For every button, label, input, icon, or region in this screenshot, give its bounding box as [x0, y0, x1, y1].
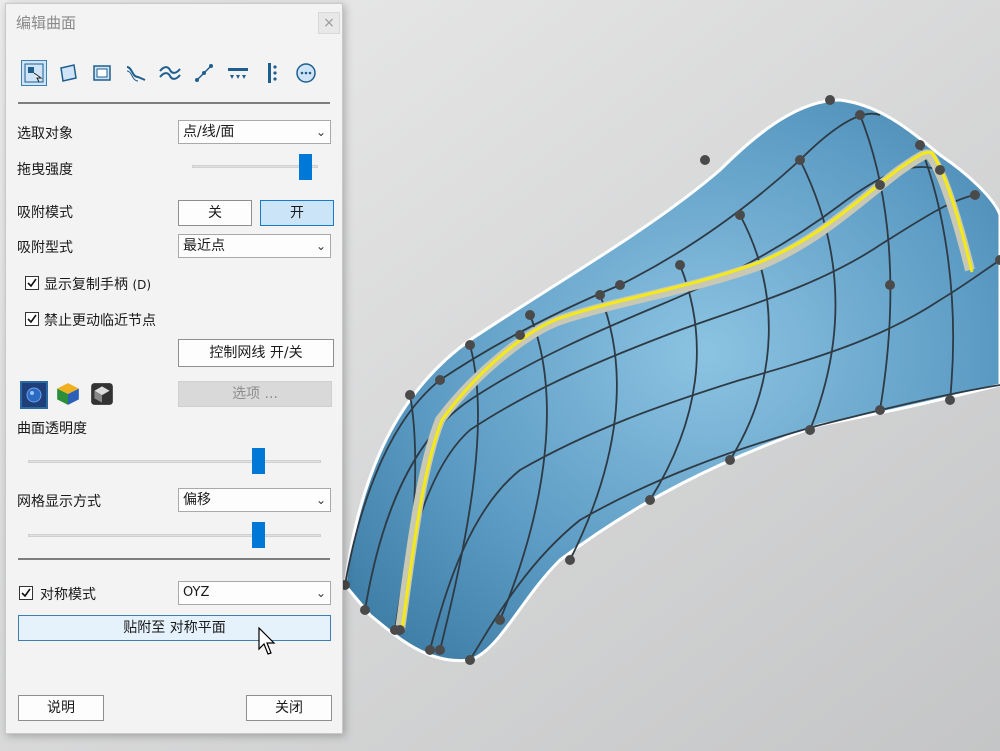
select-object-value: 点/线/面 [183, 124, 235, 140]
transparency-slider[interactable] [252, 448, 265, 474]
snap-type-value: 最近点 [183, 238, 225, 254]
checkmark-icon [27, 278, 37, 288]
symmetry-label: 对称模式 [40, 587, 96, 603]
edit-surface-icon[interactable] [55, 60, 81, 86]
control-node[interactable] [465, 340, 475, 350]
snap-to-symmetry-plane-button[interactable]: 贴附至 对称平面 [18, 615, 331, 641]
edit-surface-dialog: 编辑曲面 × 选取对象 点/线/面 ⌄ 拖曳强度 吸附模式 关 开 吸附型式 最… [5, 3, 343, 734]
mouse-cursor-icon [258, 627, 276, 655]
snap-type-dropdown[interactable]: 最近点 ⌄ [178, 234, 331, 258]
dark-cube-icon[interactable] [89, 381, 117, 409]
symmetry-checkbox[interactable] [19, 586, 33, 600]
control-node[interactable] [395, 625, 405, 635]
points-row-icon[interactable] [225, 60, 251, 86]
show-copy-handle-label: 显示复制手柄 (D) [44, 274, 151, 294]
control-node[interactable] [405, 390, 415, 400]
control-node[interactable] [970, 190, 980, 200]
control-node[interactable] [700, 155, 710, 165]
dialog-title: 编辑曲面 [16, 14, 77, 32]
curve-edit-icon[interactable] [123, 60, 149, 86]
shaded-mode-icon[interactable] [20, 381, 48, 409]
mesh-display-label: 网格显示方式 [17, 494, 101, 510]
drag-strength-label: 拖曳强度 [17, 162, 73, 178]
control-node[interactable] [915, 140, 925, 150]
control-node[interactable] [495, 615, 505, 625]
symmetry-plane-dropdown[interactable]: OYZ ⌄ [178, 581, 331, 605]
control-node[interactable] [885, 280, 895, 290]
wave-icon[interactable] [157, 60, 183, 86]
chevron-down-icon: ⌄ [315, 125, 326, 139]
transparency-label: 曲面透明度 [17, 421, 87, 437]
control-node[interactable] [595, 290, 605, 300]
options-button[interactable]: 选项 ... [178, 381, 332, 407]
mesh-offset-slider[interactable] [252, 522, 265, 548]
control-node[interactable] [735, 210, 745, 220]
control-mesh-toggle-button[interactable]: 控制网线 开/关 [178, 339, 334, 367]
control-node[interactable] [875, 405, 885, 415]
checkmark-icon [27, 314, 37, 324]
show-copy-handle-checkbox[interactable] [25, 276, 39, 290]
control-node[interactable] [515, 330, 525, 340]
control-node[interactable] [425, 645, 435, 655]
lock-neighbor-label: 禁止更动临近节点 [44, 313, 156, 329]
show-copy-handle-shortcut: (D) [132, 278, 152, 292]
control-node[interactable] [725, 455, 735, 465]
frame-icon[interactable] [89, 60, 115, 86]
control-node[interactable] [945, 395, 955, 405]
more-icon[interactable] [293, 60, 319, 86]
control-node[interactable] [805, 425, 815, 435]
select-object-label: 选取对象 [17, 126, 73, 142]
mesh-display-value: 偏移 [183, 492, 211, 508]
colored-cube-icon[interactable] [55, 381, 83, 409]
control-node[interactable] [435, 645, 445, 655]
control-node[interactable] [465, 655, 475, 665]
control-node[interactable] [825, 95, 835, 105]
chevron-down-icon: ⌄ [315, 493, 326, 507]
control-node[interactable] [525, 310, 535, 320]
control-node[interactable] [615, 280, 625, 290]
lock-neighbor-checkbox[interactable] [25, 312, 39, 326]
dialog-close-button[interactable]: × [318, 12, 340, 34]
mesh-display-dropdown[interactable]: 偏移 ⌄ [178, 488, 331, 512]
select-region-icon[interactable] [21, 60, 47, 86]
control-node[interactable] [675, 260, 685, 270]
drag-strength-slider[interactable] [299, 154, 313, 180]
column-points-icon[interactable] [259, 60, 285, 86]
snap-type-label: 吸附型式 [17, 240, 73, 256]
control-node[interactable] [875, 180, 885, 190]
line-points-icon[interactable] [191, 60, 217, 86]
control-node[interactable] [795, 155, 805, 165]
divider [18, 558, 330, 560]
control-node[interactable] [435, 375, 445, 385]
transparency-track[interactable] [28, 460, 321, 463]
chevron-down-icon: ⌄ [315, 239, 326, 253]
chevron-down-icon: ⌄ [315, 586, 326, 600]
close-button[interactable]: 关闭 [246, 695, 332, 721]
checkmark-icon [21, 588, 31, 598]
snap-mode-label: 吸附模式 [17, 205, 73, 221]
divider [18, 102, 330, 104]
control-node[interactable] [855, 110, 865, 120]
control-node[interactable] [360, 605, 370, 615]
snap-off-button[interactable]: 关 [178, 200, 252, 226]
select-object-dropdown[interactable]: 点/线/面 ⌄ [178, 120, 331, 144]
symmetry-plane-value: OYZ [183, 585, 210, 600]
control-node[interactable] [935, 165, 945, 175]
mesh-offset-track[interactable] [28, 534, 321, 537]
show-copy-handle-text: 显示复制手柄 [44, 277, 128, 293]
help-button[interactable]: 说明 [18, 695, 104, 721]
control-node[interactable] [565, 555, 575, 565]
control-node[interactable] [645, 495, 655, 505]
snap-on-button[interactable]: 开 [260, 200, 334, 226]
